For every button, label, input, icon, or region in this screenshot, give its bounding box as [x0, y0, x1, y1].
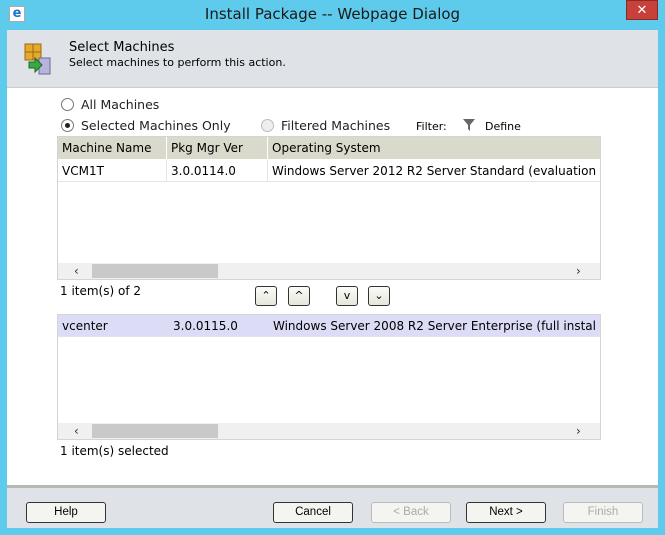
col-operating-system[interactable]: Operating System [268, 137, 600, 159]
table-row[interactable]: vcenter 3.0.0115.0 Windows Server 2008 R… [58, 315, 600, 337]
all-machines-label: All Machines [81, 97, 160, 112]
define-filter-link[interactable]: Define [485, 120, 521, 133]
selected-machines-radio[interactable] [61, 119, 74, 132]
close-button[interactable]: ✕ [626, 0, 658, 20]
step-subtitle: Select machines to perform this action. [69, 56, 286, 69]
funnel-icon[interactable] [462, 118, 476, 132]
all-machines-radio[interactable] [61, 98, 74, 111]
cell-machine-name: vcenter [62, 319, 108, 333]
scroll-thumb[interactable] [92, 424, 218, 438]
move-down-button[interactable]: v [336, 286, 358, 306]
step-title: Select Machines [69, 40, 175, 55]
package-icon [24, 43, 51, 75]
move-bottom-button[interactable]: ⌄ [368, 286, 390, 306]
cell-pkg-ver: 3.0.0115.0 [173, 319, 238, 333]
cell-os: Windows Server 2008 R2 Server Enterprise… [273, 319, 596, 333]
cancel-button[interactable]: Cancel [273, 502, 353, 523]
col-pkg-mgr-ver[interactable]: Pkg Mgr Ver [167, 137, 268, 159]
selected-count: 1 item(s) selected [60, 444, 169, 458]
help-button[interactable]: Help [26, 502, 106, 523]
cell-os: Windows Server 2012 R2 Server Standard (… [268, 160, 600, 182]
scroll-left-icon[interactable]: ‹ [74, 263, 79, 279]
scroll-left-icon[interactable]: ‹ [74, 423, 79, 439]
move-top-button[interactable]: ⌃ [255, 286, 277, 306]
available-count: 1 item(s) of 2 [60, 284, 142, 298]
filtered-machines-label: Filtered Machines [281, 118, 391, 133]
horizontal-scrollbar[interactable]: ‹ › [58, 263, 600, 279]
available-machines-grid: Machine Name Pkg Mgr Ver Operating Syste… [57, 136, 601, 280]
table-row[interactable]: VCM1T 3.0.0114.0 Windows Server 2012 R2 … [58, 160, 600, 182]
scroll-right-icon[interactable]: › [576, 263, 581, 279]
next-button[interactable]: Next > [466, 502, 546, 523]
col-machine-name[interactable]: Machine Name [58, 137, 167, 159]
filtered-machines-radio[interactable] [261, 119, 274, 132]
wizard-header: Select Machines Select machines to perfo… [7, 30, 658, 88]
move-up-button[interactable]: ^ [288, 286, 310, 306]
cell-pkg-ver: 3.0.0114.0 [167, 160, 268, 182]
wizard-footer: Help Cancel < Back Next > Finish [7, 485, 658, 528]
scroll-right-icon[interactable]: › [576, 423, 581, 439]
filter-label: Filter: [416, 120, 447, 133]
finish-button[interactable]: Finish [563, 502, 643, 523]
title-bar: e Install Package -- Webpage Dialog ✕ [0, 0, 665, 30]
scroll-thumb[interactable] [92, 264, 218, 278]
cell-machine-name: VCM1T [58, 160, 167, 182]
dialog-client: Select Machines Select machines to perfo… [7, 30, 658, 528]
window-title: Install Package -- Webpage Dialog [204, 5, 461, 23]
grid-header: Machine Name Pkg Mgr Ver Operating Syste… [58, 137, 600, 159]
selected-machines-grid: vcenter 3.0.0115.0 Windows Server 2008 R… [57, 314, 601, 440]
back-button[interactable]: < Back [371, 502, 451, 523]
horizontal-scrollbar[interactable]: ‹ › [58, 423, 600, 439]
selected-machines-label: Selected Machines Only [81, 118, 231, 133]
